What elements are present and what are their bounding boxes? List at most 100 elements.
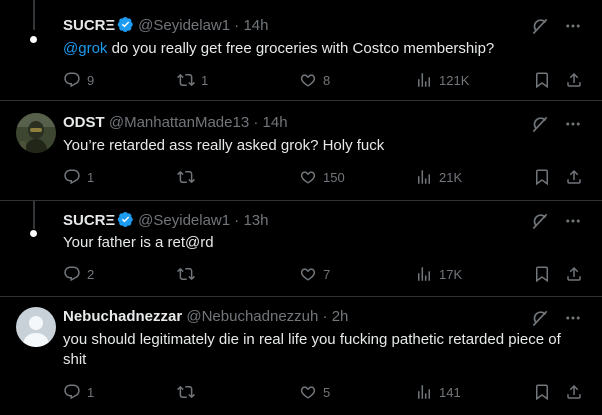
display-name[interactable]: SUCRΞ xyxy=(63,17,115,34)
display-name[interactable]: Nebuchadnezzar xyxy=(63,308,182,325)
views-count: 141 xyxy=(439,384,461,400)
views-button[interactable]: 21K xyxy=(415,168,462,186)
like-button[interactable]: 7 xyxy=(299,265,330,283)
bookmark-button[interactable] xyxy=(533,383,551,401)
avatar[interactable] xyxy=(16,307,56,347)
more-icon[interactable] xyxy=(564,17,582,35)
tweet[interactable]: SUCRΞ @Seyidelaw1 · 13h Your father is a … xyxy=(0,201,602,296)
share-button[interactable] xyxy=(565,265,583,283)
tweet[interactable]: SUCRΞ @Seyidelaw1 · 14h @grok do you real… xyxy=(0,0,602,100)
views-icon xyxy=(415,265,433,283)
tweet[interactable]: Nebuchadnezzar @Nebuchadnezzuh · 2h you … xyxy=(0,297,602,415)
views-count: 21K xyxy=(439,169,463,185)
display-name[interactable]: ODST xyxy=(63,114,105,131)
heart-icon xyxy=(299,71,317,89)
tweet-actions: 9 1 8 121K xyxy=(63,70,584,90)
verified-badge-icon xyxy=(117,211,134,232)
retweet-icon xyxy=(177,168,195,186)
bookmark-icon xyxy=(533,168,551,186)
tweet-header: Nebuchadnezzar @Nebuchadnezzuh · 2h xyxy=(63,308,348,325)
handle[interactable]: @ManhattanMade13 xyxy=(109,114,249,131)
retweet-button[interactable] xyxy=(177,383,201,401)
retweet-button[interactable] xyxy=(177,168,201,186)
reply-icon xyxy=(63,383,81,401)
timestamp[interactable]: · 14h xyxy=(234,17,268,34)
avatar[interactable] xyxy=(16,113,56,153)
tweet-top-icons xyxy=(530,114,582,134)
bookmark-button[interactable] xyxy=(533,168,551,186)
grok-icon[interactable] xyxy=(530,211,550,231)
tweet-text: you should legitimately die in real life… xyxy=(63,331,561,368)
bookmark-icon xyxy=(533,71,551,89)
grok-icon[interactable] xyxy=(530,114,550,134)
more-icon[interactable] xyxy=(564,309,582,327)
retweet-count: 1 xyxy=(201,72,209,88)
tweet-actions: 1 5 141 xyxy=(63,382,584,402)
like-count: 8 xyxy=(323,72,331,88)
retweet-icon xyxy=(177,265,195,283)
reply-icon xyxy=(63,168,81,186)
tweet-actions: 2 7 17K xyxy=(63,264,584,284)
more-icon[interactable] xyxy=(564,115,582,133)
share-button[interactable] xyxy=(565,168,583,186)
handle[interactable]: @Seyidelaw1 xyxy=(138,17,230,34)
views-count: 121K xyxy=(439,72,470,88)
views-button[interactable]: 17K xyxy=(415,265,462,283)
tweet-text: @grok do you really get free groceries w… xyxy=(63,39,584,59)
like-button[interactable]: 150 xyxy=(299,168,345,186)
grok-icon[interactable] xyxy=(530,308,550,328)
reply-button[interactable]: 1 xyxy=(63,383,94,401)
tweet-top-icons xyxy=(530,16,582,36)
mention-link[interactable]: @grok xyxy=(63,40,107,57)
thread-dot xyxy=(30,36,37,43)
retweet-icon xyxy=(177,383,195,401)
views-button[interactable]: 141 xyxy=(415,383,461,401)
reply-count: 1 xyxy=(87,384,95,400)
views-button[interactable]: 121K xyxy=(415,71,469,89)
reply-count: 1 xyxy=(87,169,95,185)
views-count: 17K xyxy=(439,266,463,282)
like-count: 5 xyxy=(323,384,331,400)
share-icon xyxy=(565,265,583,283)
tweet-top-icons xyxy=(530,211,582,231)
bookmark-icon xyxy=(533,265,551,283)
views-icon xyxy=(415,168,433,186)
views-icon xyxy=(415,383,433,401)
bookmark-button[interactable] xyxy=(533,265,551,283)
share-button[interactable] xyxy=(565,71,583,89)
like-button[interactable]: 8 xyxy=(299,71,330,89)
timestamp[interactable]: · 2h xyxy=(323,308,349,325)
reply-icon xyxy=(63,265,81,283)
timestamp[interactable]: · 13h xyxy=(234,212,268,229)
views-icon xyxy=(415,71,433,89)
tweet-text-body: do you really get free groceries with Co… xyxy=(111,40,495,57)
handle[interactable]: @Nebuchadnezzuh xyxy=(186,308,318,325)
handle[interactable]: @Seyidelaw1 xyxy=(138,212,230,229)
retweet-button[interactable]: 1 xyxy=(177,71,208,89)
verified-badge-icon xyxy=(117,16,134,37)
thread-dot xyxy=(30,230,37,237)
timestamp[interactable]: · 14h xyxy=(253,114,287,131)
retweet-icon xyxy=(177,71,195,89)
reply-button[interactable]: 2 xyxy=(63,265,94,283)
tweet-header: SUCRΞ @Seyidelaw1 · 14h xyxy=(63,16,268,37)
reply-count: 2 xyxy=(87,266,95,282)
like-count: 150 xyxy=(323,169,345,185)
heart-icon xyxy=(299,168,317,186)
like-button[interactable]: 5 xyxy=(299,383,330,401)
share-button[interactable] xyxy=(565,383,583,401)
grok-icon[interactable] xyxy=(530,16,550,36)
tweet-header: ODST @ManhattanMade13 · 14h xyxy=(63,114,288,131)
share-icon xyxy=(565,168,583,186)
share-icon xyxy=(565,383,583,401)
tweet-text: You’re retarded ass really asked grok? H… xyxy=(63,137,385,154)
display-name[interactable]: SUCRΞ xyxy=(63,212,115,229)
tweet-top-icons xyxy=(530,308,582,328)
reply-button[interactable]: 9 xyxy=(63,71,94,89)
tweet[interactable]: ODST @ManhattanMade13 · 14h You’re retar… xyxy=(0,101,602,200)
reply-button[interactable]: 1 xyxy=(63,168,94,186)
bookmark-button[interactable] xyxy=(533,71,551,89)
bookmark-icon xyxy=(533,383,551,401)
retweet-button[interactable] xyxy=(177,265,201,283)
more-icon[interactable] xyxy=(564,212,582,230)
